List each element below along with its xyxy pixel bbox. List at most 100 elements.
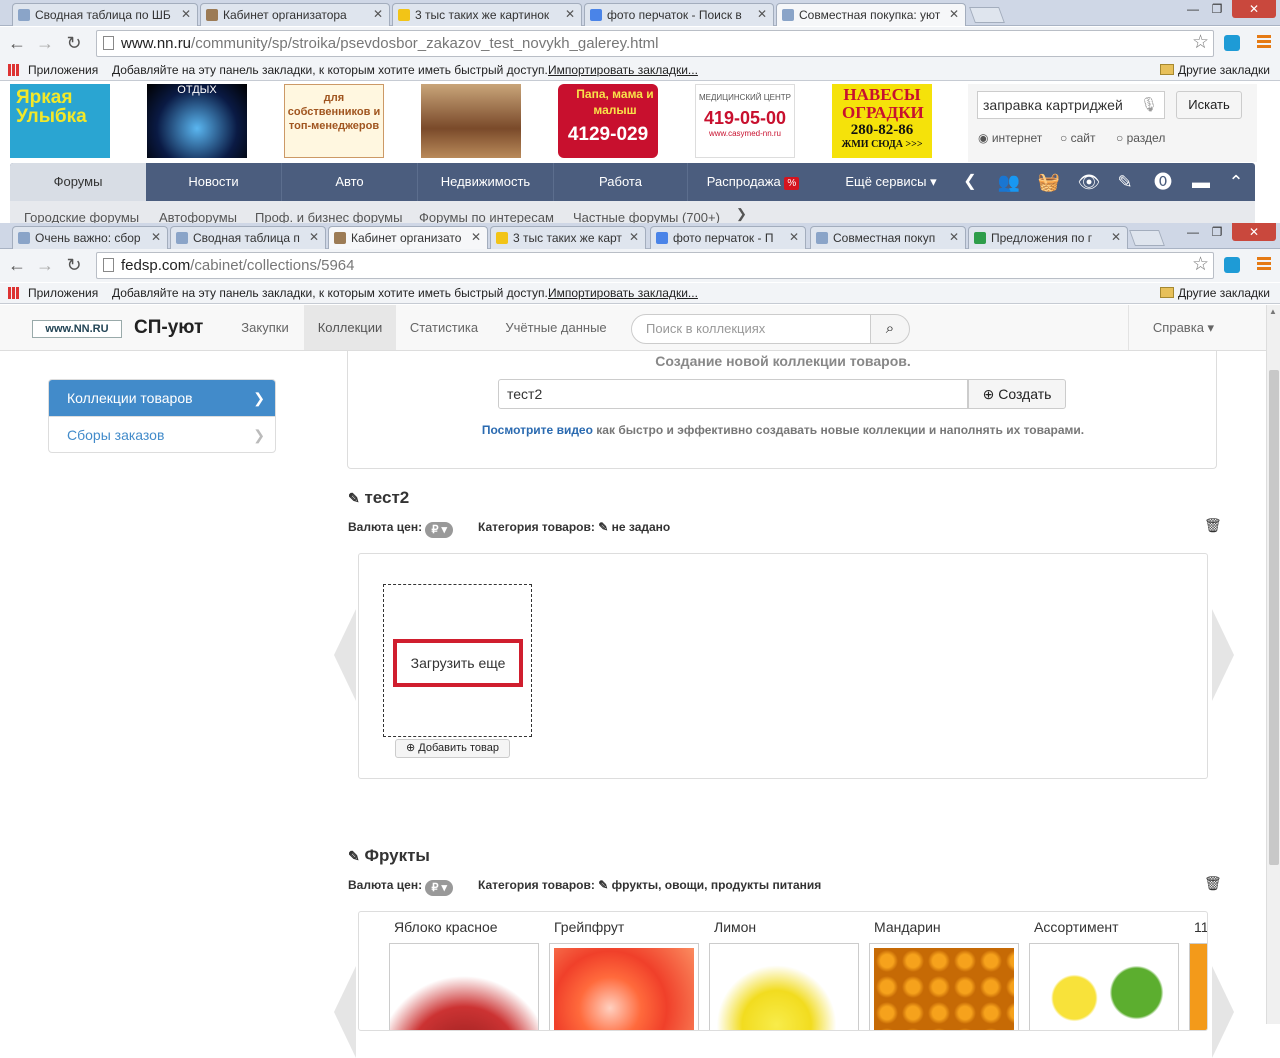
create-button[interactable]: ⊕ Создать (968, 379, 1066, 409)
banner-baby[interactable]: Папа, мама и малыш 4129-029 (558, 84, 658, 158)
carousel-next-icon[interactable] (1212, 966, 1234, 1058)
nnru-logo[interactable]: www.NN.RU (32, 320, 122, 338)
item-caption[interactable]: Яблоко красное (394, 919, 498, 935)
pencil-icon[interactable]: ✎ (348, 490, 360, 506)
chevron-right-icon[interactable]: ❯ (736, 206, 747, 222)
apps-icon[interactable] (8, 287, 20, 299)
browser1-tab-active[interactable]: Совместная покупка: уют ✕ (776, 3, 966, 26)
nnru-search-input[interactable]: заправка картриджей 🎙 (977, 91, 1165, 119)
search-option-internet[interactable]: ◉ интернет (978, 131, 1042, 145)
currency-dropdown[interactable]: ₽ ▾ (425, 880, 454, 896)
nav-auto[interactable]: Авто (282, 163, 418, 201)
browser2-tab[interactable]: Совместная покуп ✕ (810, 226, 966, 249)
item-image[interactable] (1189, 943, 1207, 1030)
nav-realty[interactable]: Недвижимость (418, 163, 554, 201)
collection-title[interactable]: ✎ тест2 (348, 488, 409, 508)
apps-link[interactable]: Приложения (28, 286, 98, 300)
browser2-tab[interactable]: фото перчаток - П ✕ (650, 226, 806, 249)
pencil-icon[interactable]: ✎ (598, 878, 608, 892)
add-item-button[interactable]: ⊕ Добавить товар (395, 739, 510, 758)
close-icon[interactable]: ✕ (757, 7, 767, 21)
collapse-icon[interactable]: ❮ (960, 163, 980, 201)
item-caption[interactable]: 11 (1194, 919, 1207, 935)
back-icon[interactable]: ← (7, 33, 27, 54)
browser1-tab[interactable]: 3 тыс таких же картинок ✕ (392, 3, 582, 26)
pencil-icon[interactable]: ✎ (598, 520, 608, 534)
extension-icon[interactable] (1224, 35, 1240, 51)
friends-icon[interactable]: 👥 (990, 163, 1028, 201)
nav-jobs[interactable]: Работа (554, 163, 688, 201)
carousel-next-icon[interactable] (1212, 609, 1234, 701)
browser2-tab[interactable]: 3 тыс таких же карт ✕ (490, 226, 646, 249)
menu-icon[interactable] (1257, 35, 1271, 49)
item-image-assortment[interactable] (1029, 943, 1179, 1030)
chat-icon[interactable]: ▬ (1182, 163, 1220, 201)
brand[interactable]: СП-уют (134, 317, 203, 339)
banner-office[interactable] (421, 84, 521, 158)
nav-statistics[interactable]: Статистика (398, 305, 490, 350)
banner-fences[interactable]: НАВЕСЫ ОГРАДКИ 280-82-86 ЖМИ СЮДА >>> (832, 84, 932, 158)
bookmark-star-icon[interactable]: ☆ (1192, 31, 1209, 54)
import-bookmarks-link[interactable]: Импортировать закладки... (548, 286, 698, 300)
minimize-icon[interactable]: — (1182, 0, 1204, 18)
nnru-search-button[interactable]: Искать (1176, 91, 1242, 119)
new-tab-button[interactable] (1129, 230, 1165, 246)
close-icon[interactable]: ✕ (471, 230, 481, 244)
reload-icon[interactable]: ↻ (64, 255, 84, 276)
other-bookmarks[interactable]: Другие закладки (1160, 63, 1270, 77)
collection-title[interactable]: ✎ Фрукты (348, 846, 430, 866)
item-caption[interactable]: Грейпфрут (554, 919, 624, 935)
nav-account[interactable]: Учётные данные (494, 305, 618, 350)
close-icon[interactable]: ✕ (949, 230, 959, 244)
banner-event[interactable]: для собственников и топ-менеджеров (284, 84, 384, 158)
upload-placeholder[interactable]: Загрузить еще (383, 584, 532, 737)
browser1-tab[interactable]: Кабинет организатора ✕ (200, 3, 390, 26)
close-icon[interactable]: ✕ (151, 230, 161, 244)
window-close-icon[interactable]: ✕ (1232, 223, 1276, 241)
alert-icon[interactable]: ⓿ (1144, 163, 1182, 201)
carousel-prev-icon[interactable] (334, 609, 356, 701)
search-icon[interactable]: ⌕ (870, 314, 910, 344)
address-bar[interactable]: www.nn.ru/community/sp/stroika/psevdosbo… (96, 30, 1214, 57)
basket-icon[interactable]: 🧺 (1030, 163, 1068, 201)
pencil-icon[interactable]: ✎ (348, 848, 360, 864)
apps-icon[interactable] (8, 64, 20, 76)
bookmark-star-icon[interactable]: ☆ (1192, 253, 1209, 276)
item-caption[interactable]: Лимон (714, 919, 756, 935)
new-tab-button[interactable] (969, 7, 1005, 23)
close-icon[interactable]: ✕ (373, 7, 383, 21)
browser1-tab[interactable]: Сводная таблица по ШБ ✕ (12, 3, 198, 26)
back-icon[interactable]: ← (7, 255, 27, 276)
currency-dropdown[interactable]: ₽ ▾ (425, 522, 454, 538)
nav-more-services[interactable]: Ещё сервисы ▾ (818, 163, 964, 201)
apps-link[interactable]: Приложения (28, 63, 98, 77)
reload-icon[interactable]: ↻ (64, 33, 84, 54)
other-bookmarks[interactable]: Другие закладки (1160, 286, 1270, 300)
forward-icon[interactable]: → (35, 255, 55, 276)
watch-video-link[interactable]: Посмотрите видео (482, 423, 593, 437)
item-caption[interactable]: Ассортимент (1034, 919, 1119, 935)
microphone-icon[interactable]: 🎙 (1140, 96, 1158, 113)
sidebar-item-collections[interactable]: Коллекции товаров ❯ (49, 380, 275, 416)
close-icon[interactable]: ✕ (309, 230, 319, 244)
pencil-icon[interactable]: ✎ (1106, 163, 1144, 201)
browser1-tab[interactable]: фото перчаток - Поиск в ✕ (584, 3, 774, 26)
close-icon[interactable]: ✕ (181, 7, 191, 21)
nav-forums[interactable]: Форумы (10, 163, 146, 201)
close-icon[interactable]: ✕ (565, 7, 575, 21)
close-icon[interactable]: ✕ (1111, 230, 1121, 244)
carousel-prev-icon[interactable] (334, 966, 356, 1058)
eye-icon[interactable]: 👁 (1070, 163, 1108, 201)
address-bar[interactable]: fedsp.com/cabinet/collections/5964 ☆ (96, 252, 1214, 279)
browser2-tab[interactable]: Сводная таблица п ✕ (170, 226, 326, 249)
maximize-icon[interactable]: ❐ (1206, 0, 1228, 18)
banner-smile[interactable]: Яркая Улыбка (10, 84, 110, 158)
nav-news[interactable]: Новости (146, 163, 282, 201)
window-close-icon[interactable]: ✕ (1232, 0, 1276, 18)
item-image-grapefruit[interactable] (549, 943, 699, 1030)
minimize-icon[interactable]: — (1182, 223, 1204, 241)
maximize-icon[interactable]: ❐ (1206, 223, 1228, 241)
page-scrollbar[interactable]: ▲ (1266, 305, 1280, 1024)
collections-search-input[interactable]: Поиск в коллекциях (631, 314, 871, 344)
import-bookmarks-link[interactable]: Импортировать закладки... (548, 63, 698, 77)
